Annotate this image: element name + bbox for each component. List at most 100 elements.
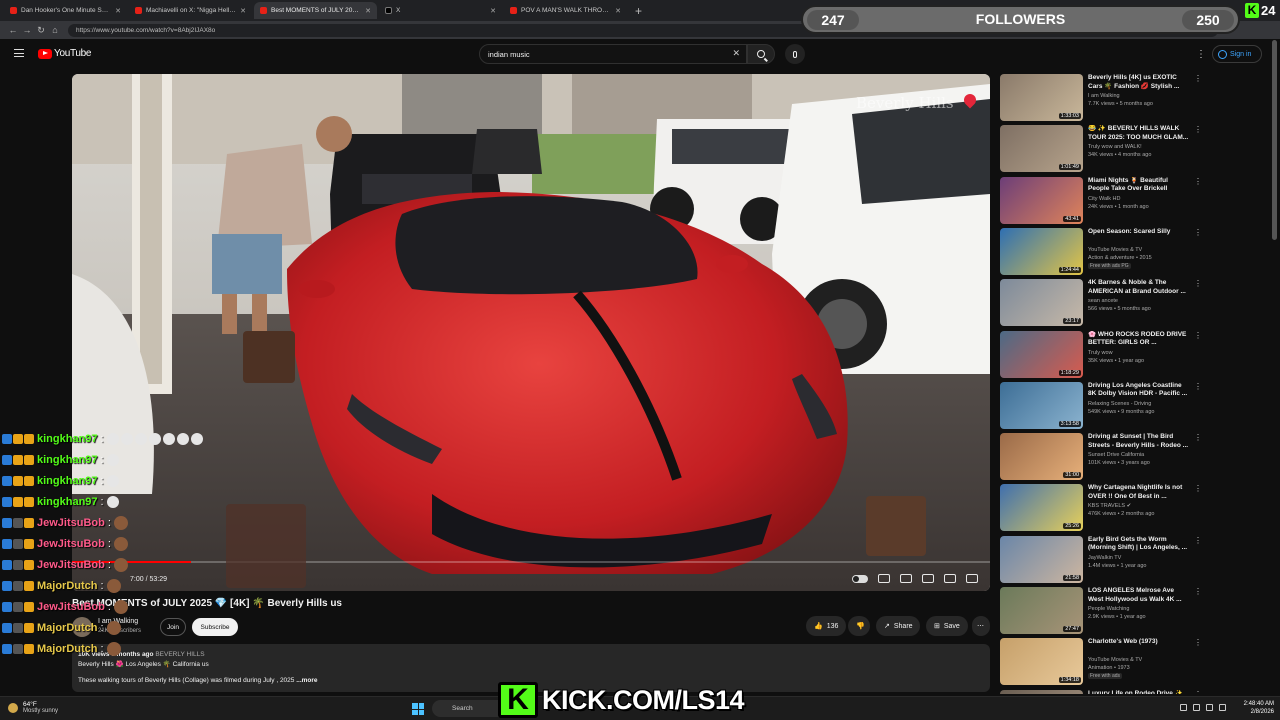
- tab-close-icon[interactable]: ✕: [365, 7, 371, 15]
- browser-tab[interactable]: Dan Hooker's One Minute Scrapi ✕: [4, 2, 127, 19]
- recommendation-item[interactable]: 21:58 Early Bird Gets the Worm (Morning …: [1000, 535, 1270, 585]
- browser-tab[interactable]: Machiavelli on X: "Nigga Hell Hit ✕: [129, 2, 252, 19]
- recommendation-thumbnail[interactable]: 3:13:58: [1000, 381, 1083, 429]
- recommendation-thumbnail[interactable]: 25:26: [1000, 484, 1083, 532]
- settings-kebab-icon[interactable]: ⋮: [1196, 49, 1206, 60]
- save-button[interactable]: ⊞ Save: [926, 616, 968, 636]
- recommendation-item[interactable]: 27:47 LOS ANGELES Melrose Ave West Holly…: [1000, 587, 1270, 636]
- recommendation-thumbnail[interactable]: 1:34:18: [1000, 638, 1083, 686]
- recommendation-more-icon[interactable]: ⋮: [1194, 74, 1202, 83]
- recommendation-more-icon[interactable]: ⋮: [1194, 638, 1202, 647]
- recommendation-more-icon[interactable]: ⋮: [1194, 177, 1202, 186]
- network-icon[interactable]: [1193, 704, 1200, 711]
- browser-tab[interactable]: Best MOMENTS of JULY 2025 🇺 ✕: [254, 2, 377, 19]
- recommendation-item[interactable]: 31:00 Driving at Sunset | The Bird Stree…: [1000, 433, 1270, 482]
- home-icon[interactable]: ⌂: [48, 25, 62, 35]
- recommendation-title[interactable]: LOS ANGELES Melrose Ave West Hollywood u…: [1088, 587, 1190, 604]
- recommendation-title[interactable]: Why Cartagena Nightlife Is not OVER !! O…: [1088, 484, 1190, 501]
- recommendation-more-icon[interactable]: ⋮: [1194, 433, 1202, 442]
- recommendation-item[interactable]: 3:13:58 Driving Los Angeles Coastline 8K…: [1000, 381, 1270, 431]
- windows-start-icon[interactable]: [412, 703, 424, 715]
- more-actions-button[interactable]: ⋯: [972, 616, 990, 636]
- recommendation-title[interactable]: 😂 ✨ BEVERLY HILLS WALK TOUR 2025: TOO MU…: [1088, 125, 1190, 142]
- voice-search-button[interactable]: [785, 44, 805, 64]
- recommendation-thumbnail[interactable]: 31:00: [1000, 433, 1083, 481]
- clear-search-icon[interactable]: ✕: [732, 48, 740, 59]
- recommendation-more-icon[interactable]: ⋮: [1194, 228, 1202, 237]
- autoplay-toggle[interactable]: [852, 574, 868, 583]
- recommendation-title[interactable]: 🌸 WHO ROCKS RODEO DRIVE BETTER: GIRLS OR…: [1088, 331, 1190, 348]
- recommendation-channel[interactable]: Truly wow: [1088, 350, 1113, 356]
- share-button[interactable]: ↗ Share: [876, 616, 920, 636]
- youtube-logo[interactable]: YouTube: [38, 48, 92, 59]
- like-button[interactable]: 👍 136: [806, 616, 846, 636]
- settings-icon[interactable]: [900, 574, 912, 583]
- chevron-up-icon[interactable]: [1180, 704, 1187, 711]
- recommendation-thumbnail[interactable]: 23:17: [1000, 279, 1083, 327]
- search-button[interactable]: [747, 44, 775, 64]
- recommendation-title[interactable]: Driving Los Angeles Coastline 8K Dolby V…: [1088, 382, 1190, 399]
- new-tab-icon[interactable]: +: [629, 4, 648, 18]
- recommendation-channel[interactable]: KBS TRAVELS ✔: [1088, 503, 1131, 509]
- subtitles-icon[interactable]: [878, 574, 890, 583]
- recommendation-more-icon[interactable]: ⋮: [1194, 331, 1202, 340]
- recommendation-title[interactable]: Open Season: Scared Silly: [1088, 228, 1190, 237]
- recommendation-more-icon[interactable]: ⋮: [1194, 484, 1202, 493]
- chat-username[interactable]: JewJitsuBob: [37, 559, 105, 571]
- chat-username[interactable]: JewJitsuBob: [37, 601, 105, 613]
- recommendation-channel[interactable]: JayWalkin TV: [1088, 555, 1121, 561]
- clock[interactable]: 2:48:40 AM 2/8/2026: [1244, 700, 1274, 716]
- recommendation-item[interactable]: 1:01:49 😂 ✨ BEVERLY HILLS WALK TOUR 2025…: [1000, 125, 1270, 174]
- recommendation-title[interactable]: Early Bird Gets the Worm (Morning Shift)…: [1088, 536, 1190, 553]
- recommendation-thumbnail[interactable]: 21:58: [1000, 535, 1083, 583]
- recommendation-channel[interactable]: Relaxing Scenes - Driving: [1088, 401, 1151, 407]
- chat-username[interactable]: JewJitsuBob: [37, 517, 105, 529]
- recommendation-item[interactable]: 25:26 Why Cartagena Nightlife Is not OVE…: [1000, 484, 1270, 533]
- recommendation-more-icon[interactable]: ⋮: [1194, 382, 1202, 391]
- recommendation-thumbnail[interactable]: 1:33:03: [1000, 74, 1083, 121]
- chat-username[interactable]: kingkhan97: [37, 475, 98, 487]
- forward-icon[interactable]: →: [20, 25, 34, 35]
- chat-username[interactable]: MajorDutch: [37, 643, 98, 655]
- recommendation-more-icon[interactable]: ⋮: [1194, 587, 1202, 596]
- recommendation-item[interactable]: 1:33:03 Beverly Hills [4K] us EXOTIC Car…: [1000, 74, 1270, 123]
- recommendation-item[interactable]: 1:24:44 Open Season: Scared Silly YouTub…: [1000, 227, 1270, 277]
- recommendation-item[interactable]: 23:17 4K Barnes & Noble & The AMERICAN a…: [1000, 279, 1270, 328]
- recommendation-channel[interactable]: People Watching: [1088, 606, 1129, 612]
- recommendation-channel[interactable]: sean ancete: [1088, 298, 1118, 304]
- recommendation-more-icon[interactable]: ⋮: [1194, 279, 1202, 288]
- browser-tab[interactable]: POV A MAN'S WALK THROUG ✕: [504, 2, 627, 19]
- recommendation-thumbnail[interactable]: 1:18:29: [1000, 330, 1083, 378]
- recommendation-more-icon[interactable]: ⋮: [1194, 125, 1202, 134]
- recommendation-thumbnail[interactable]: 27:47: [1000, 587, 1083, 634]
- recommendation-channel[interactable]: Sunset Drive California: [1088, 452, 1144, 458]
- chat-username[interactable]: kingkhan97: [37, 433, 98, 445]
- recommendation-title[interactable]: Luxury Life on Rodeo Drive ✨: [1088, 690, 1190, 694]
- chat-username[interactable]: MajorDutch: [37, 580, 98, 592]
- recommendation-channel[interactable]: I am Walking: [1088, 93, 1120, 99]
- battery-icon[interactable]: [1219, 704, 1226, 711]
- chat-username[interactable]: JewJitsuBob: [37, 538, 105, 550]
- recommendation-item[interactable]: Luxury Life on Rodeo Drive ✨ ⋮: [1000, 689, 1270, 694]
- recommendation-channel[interactable]: City Walk HD: [1088, 196, 1121, 202]
- volume-icon[interactable]: [1206, 704, 1213, 711]
- recommendation-more-icon[interactable]: ⋮: [1194, 536, 1202, 545]
- recommendation-title[interactable]: Miami Nights 🍹 Beautiful People Take Ove…: [1088, 177, 1190, 194]
- recommendation-more-icon[interactable]: ⋮: [1194, 690, 1202, 694]
- browser-tab[interactable]: X ✕: [379, 2, 502, 19]
- description-more-link[interactable]: ...more: [296, 677, 317, 684]
- menu-icon[interactable]: [14, 49, 24, 57]
- recommendation-title[interactable]: Driving at Sunset | The Bird Streets - B…: [1088, 433, 1190, 450]
- page-scrollbar[interactable]: [1272, 40, 1277, 240]
- tab-close-icon[interactable]: ✕: [615, 7, 621, 15]
- sign-in-button[interactable]: Sign in: [1212, 45, 1262, 63]
- recommendation-title[interactable]: Charlotte's Web (1973): [1088, 638, 1190, 647]
- recommendation-thumbnail[interactable]: [1000, 689, 1083, 694]
- back-icon[interactable]: ←: [6, 25, 20, 35]
- recommendation-thumbnail[interactable]: 43:41: [1000, 176, 1083, 224]
- recommendation-item[interactable]: 1:18:29 🌸 WHO ROCKS RODEO DRIVE BETTER: …: [1000, 330, 1270, 380]
- recommendation-channel[interactable]: YouTube Movies & TV: [1088, 247, 1142, 253]
- tab-close-icon[interactable]: ✕: [115, 7, 121, 15]
- recommendation-channel[interactable]: Truly wow and WALK!: [1088, 144, 1142, 150]
- search-input[interactable]: indian music ✕: [479, 44, 747, 64]
